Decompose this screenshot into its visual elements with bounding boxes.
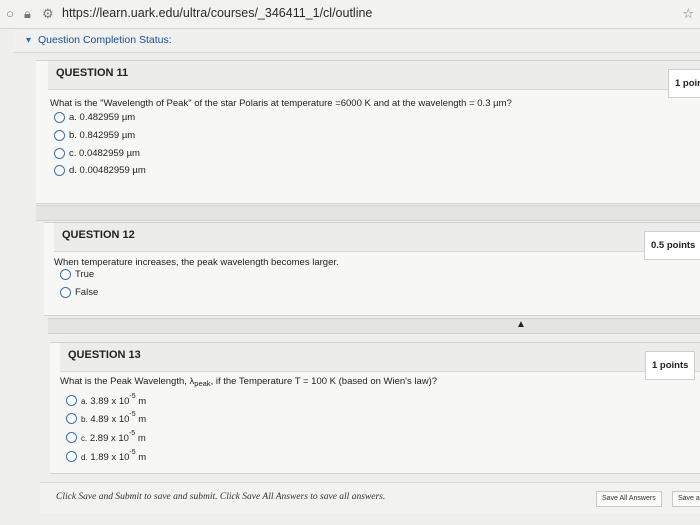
question-header (48, 61, 700, 90)
bookmark-star-icon[interactable]: ☆ (682, 6, 694, 22)
points-badge: 1 points (645, 351, 696, 380)
question-11: QUESTION 11 1 poir What is the "Waveleng… (36, 60, 700, 204)
answer-option-a[interactable]: a. 0.482959 µm (54, 112, 135, 126)
radio-button[interactable] (54, 112, 65, 123)
question-header (60, 343, 700, 372)
answer-option-false[interactable]: False (60, 287, 98, 301)
radio-button[interactable] (66, 431, 77, 443)
answer-option-c[interactable]: c. 2.89 x 10-5 m (66, 430, 146, 444)
answer-option-d[interactable]: d. 0.00482959 µm (54, 165, 146, 179)
lock-icon: 🔒︎ (24, 6, 31, 21)
url-text[interactable]: https://learn.uark.edu/ultra/courses/_34… (62, 6, 372, 20)
save-all-answers-button[interactable]: Save All Answers (596, 491, 662, 507)
completion-status-label[interactable]: Question Completion Status: (38, 34, 172, 46)
radio-button[interactable] (66, 412, 77, 424)
browser-url-bar: ○ 🔒︎ ⚙︎ https://learn.uark.edu/ultra/cou… (0, 0, 700, 29)
question-divider (36, 205, 700, 221)
save-and-submit-button[interactable]: Save a (672, 491, 700, 507)
question-12: QUESTION 12 0.5 points When temperature … (44, 222, 700, 316)
radio-button[interactable] (54, 165, 65, 176)
answer-option-c[interactable]: c. 0.0482959 µm (54, 148, 140, 162)
reload-icon[interactable]: ○ (6, 6, 14, 21)
question-prompt: What is the "Wavelength of Peak" of the … (50, 98, 512, 109)
question-prompt: What is the Peak Wavelength, λpeak, if t… (60, 376, 438, 388)
question-title: QUESTION 11 (56, 67, 129, 79)
radio-button[interactable] (60, 287, 71, 298)
submit-footer: Click Save and Submit to save and submit… (40, 482, 700, 513)
radio-button[interactable] (54, 148, 65, 159)
mouse-cursor-icon: ▲ (516, 319, 526, 330)
answer-option-d[interactable]: d. 1.89 x 10-5 m (66, 449, 146, 463)
question-divider (48, 318, 700, 334)
site-settings-icon[interactable]: ⚙︎ (42, 6, 54, 22)
radio-button[interactable] (66, 450, 77, 462)
question-title: QUESTION 12 (62, 229, 135, 241)
answer-option-b[interactable]: b. 0.842959 µm (54, 130, 135, 144)
answer-option-true[interactable]: True (60, 269, 94, 283)
chevron-icon[interactable]: ▾ (26, 35, 31, 46)
radio-button[interactable] (54, 130, 65, 141)
submit-instructions: Click Save and Submit to save and submit… (56, 492, 386, 502)
points-badge: 0.5 points (644, 231, 700, 260)
question-prompt: When temperature increases, the peak wav… (54, 257, 339, 268)
answer-option-b[interactable]: b. 4.89 x 10-5 m (66, 411, 146, 425)
question-header (54, 223, 700, 252)
radio-button[interactable] (60, 269, 71, 280)
radio-button[interactable] (66, 394, 77, 406)
points-badge: 1 poir (668, 69, 700, 98)
question-13: QUESTION 13 1 points What is the Peak Wa… (50, 342, 700, 474)
question-title: QUESTION 13 (68, 349, 141, 361)
answer-option-a[interactable]: a. 3.89 x 10-5 m (66, 393, 146, 407)
completion-status-bar[interactable]: ▾ Question Completion Status: (14, 30, 700, 53)
